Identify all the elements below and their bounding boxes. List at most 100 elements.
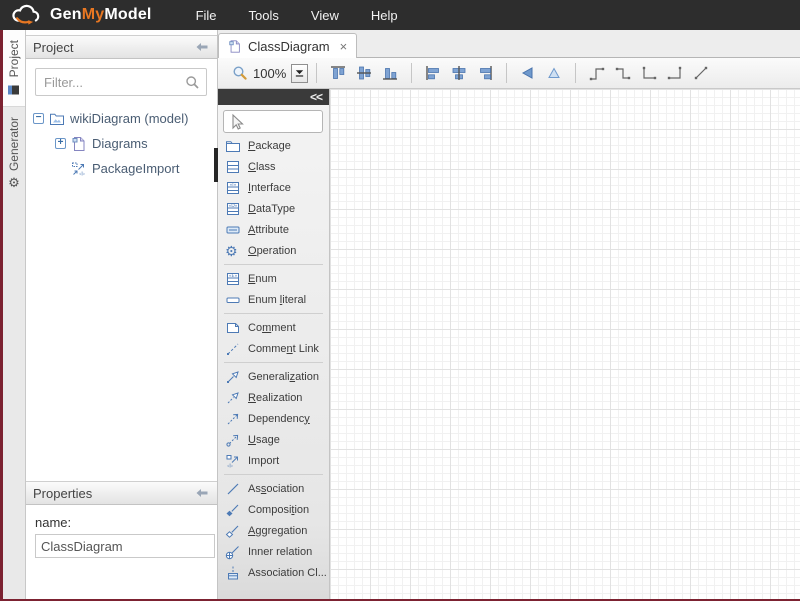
palette-separator [224,362,323,363]
palette-item-inner-relation[interactable]: Inner relation [218,541,329,562]
tree-item-wikidiagram[interactable]: −wikiDiagram (model) [25,106,217,131]
align-bottom-button[interactable] [378,61,402,85]
palette-item-aggregation[interactable]: Aggregation [218,520,329,541]
tree-item-diagrams[interactable]: + Diagrams [25,131,217,156]
palette-item-operation[interactable]: ⚙Operation [218,240,329,261]
palette-item-realization[interactable]: Realization [218,387,329,408]
association-icon [225,481,241,497]
palette-item-enum[interactable]: «E»Enum [218,268,329,289]
connector-step-down-icon [614,64,632,82]
palette-separator [224,313,323,314]
name-field-input[interactable] [35,534,215,558]
attribute-icon [225,222,241,238]
class-icon [225,159,241,175]
association-class-icon [225,565,241,581]
palette-item-comment[interactable]: Comment [218,317,329,338]
align-top-button[interactable] [326,61,350,85]
palette-item-generalization[interactable]: Generalization [218,366,329,387]
align-center-button[interactable] [447,61,471,85]
palette-item-import[interactable]: ‹I›Import [218,450,329,471]
menu-view[interactable]: View [295,0,355,30]
menu-help[interactable]: Help [355,0,414,30]
menu-tools[interactable]: Tools [233,0,295,30]
top-menu-bar: GenMyModel FileToolsViewHelp [0,0,800,30]
properties-panel-title: Properties [33,486,92,501]
palette-item-usage[interactable]: Usage [218,429,329,450]
align-middle-button[interactable] [352,61,376,85]
palette-collapse-button[interactable]: << [310,90,322,104]
side-tab-generator[interactable]: Generator⚙ [3,107,25,197]
menu-file[interactable]: File [180,0,233,30]
project-panel-title: Project [33,40,73,55]
connector-step-up-icon [588,64,606,82]
align-left-button[interactable] [421,61,445,85]
zoom-dropdown-button[interactable] [291,64,308,83]
palette-item-label: Class [248,161,276,173]
collapse-properties-arrow-icon[interactable] [195,488,209,498]
tree-item-label: PackageImport [92,161,179,176]
project-tree: −wikiDiagram (model) + Diagrams ‹I›PackageI… [25,106,217,181]
enum-literal-icon [225,292,241,308]
dependency-icon [225,411,241,427]
palette-item-composition[interactable]: Composition [218,499,329,520]
menubar: FileToolsViewHelp [180,0,414,30]
search-icon [185,75,200,90]
palette-item-class[interactable]: Class [218,156,329,177]
palette-item-datatype[interactable]: «D»DataType [218,198,329,219]
svg-text:‹I›: ‹I› [227,463,233,469]
diagram-canvas[interactable] [330,89,800,599]
palette-item-label: Comment [248,322,296,334]
collapse-panel-arrow-icon[interactable] [195,42,209,52]
align-center-icon [450,64,468,82]
palette-item-association[interactable]: Association [218,478,329,499]
connector-step-up-button[interactable] [585,61,609,85]
panel-splitter-handle[interactable] [214,148,218,182]
palette-item-interface[interactable]: «I»Interface [218,177,329,198]
collapse-icon[interactable]: − [33,113,44,124]
connector-corner-br-button[interactable] [663,61,687,85]
cursor-icon [227,112,247,132]
genmymodel-logo: GenMyModel [0,2,152,28]
flip-horizontal-button[interactable] [516,61,540,85]
tree-item-label: Diagrams [92,136,148,151]
zoom-value: 100% [253,66,286,81]
filter-input[interactable] [42,74,185,91]
palette-item-label: Usage [248,434,280,446]
editor-tabbar: ClassDiagram × [218,30,800,58]
align-right-button[interactable] [473,61,497,85]
palette-item-dependency[interactable]: Dependency [218,408,329,429]
palette-item-association-class[interactable]: Association Cl... [218,562,329,583]
palette-item-label: Inner relation [248,546,312,558]
expand-icon[interactable]: + [55,138,66,149]
side-tab-label: Generator [7,117,21,171]
palette-item-label: Dependency [248,413,310,425]
flip-vertical-button[interactable] [542,61,566,85]
palette-select-tool[interactable] [223,110,323,133]
tree-item-packageimport[interactable]: ‹I›PackageImport [25,156,217,181]
align-right-icon [476,64,494,82]
palette-separator [224,474,323,475]
connector-oblique-button[interactable] [689,61,713,85]
palette-item-comment-link[interactable]: Comment Link [218,338,329,359]
connector-step-down-button[interactable] [611,61,635,85]
side-tab-project[interactable]: Project [3,30,25,107]
tab-classdiagram[interactable]: ClassDiagram × [218,33,357,58]
comment-link-icon [225,341,241,357]
tab-close-icon[interactable]: × [340,39,348,54]
zoom-control: 100% [232,64,308,83]
aggregation-icon [225,523,241,539]
usage-icon [225,432,241,448]
comment-icon [225,320,241,336]
connector-corner-bl-button[interactable] [637,61,661,85]
palette-item-label: Comment Link [248,343,319,355]
import-icon: ‹I› [225,453,241,469]
palette-item-attribute[interactable]: Attribute [218,219,329,240]
toolbar-separator [411,63,412,83]
connector-corner-br-icon [666,64,684,82]
align-bottom-icon [381,64,399,82]
palette-item-label: Aggregation [248,525,307,537]
palette-item-enum-literal[interactable]: Enum literal [218,289,329,310]
palette-item-package[interactable]: Package [218,135,329,156]
toolbar-separator [506,63,507,83]
toolbar-separator [316,63,317,83]
